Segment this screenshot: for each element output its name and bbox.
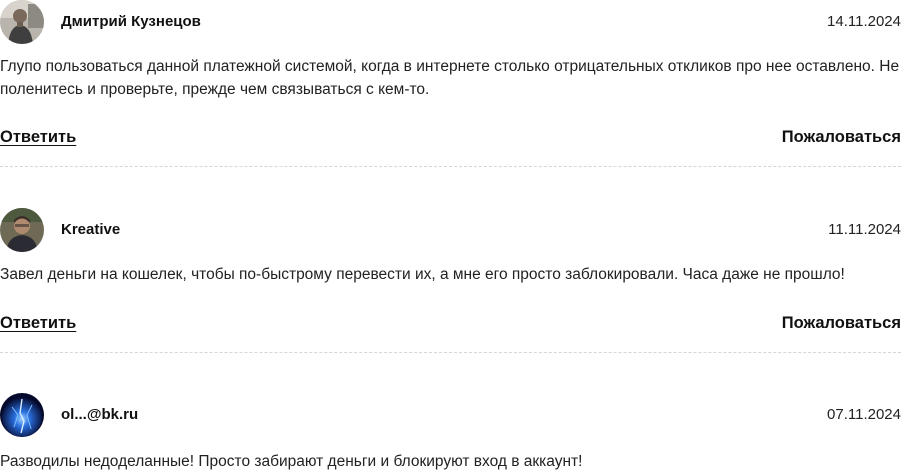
comment-date: 07.11.2024 xyxy=(827,406,901,423)
comment-author: Kreative xyxy=(61,221,121,238)
comment-header: Kreative 11.11.2024 xyxy=(0,208,901,252)
report-link[interactable]: Пожаловаться xyxy=(782,128,901,147)
comment-header: ol...@bk.ru 07.11.2024 xyxy=(0,393,901,437)
comment-item: Kreative 11.11.2024 Завел деньги на коше… xyxy=(0,208,901,332)
reply-link[interactable]: Ответить xyxy=(0,128,76,147)
comments-list: Дмитрий Кузнецов 14.11.2024 Глупо пользо… xyxy=(0,0,901,470)
comment-header: Дмитрий Кузнецов 14.11.2024 xyxy=(0,0,901,44)
avatar xyxy=(0,208,44,252)
comment-item: Дмитрий Кузнецов 14.11.2024 Глупо пользо… xyxy=(0,0,901,146)
avatar xyxy=(0,393,44,437)
comment-text: Разводилы недоделанные! Просто забирают … xyxy=(0,453,583,470)
divider xyxy=(0,166,901,167)
comment-actions: Ответить Пожаловаться xyxy=(0,128,901,152)
divider xyxy=(0,352,901,353)
comment-text: Глупо пользоваться данной платежной сист… xyxy=(0,58,900,98)
comment-item: ol...@bk.ru 07.11.2024 Разводилы недодел… xyxy=(0,393,901,470)
comment-actions: Ответить Пожаловаться xyxy=(0,314,901,338)
comment-text: Завел деньги на кошелек, чтобы по-быстро… xyxy=(0,266,845,283)
report-link[interactable]: Пожаловаться xyxy=(782,314,901,333)
comment-author: Дмитрий Кузнецов xyxy=(61,13,201,30)
comment-date: 14.11.2024 xyxy=(827,13,901,30)
comment-date: 11.11.2024 xyxy=(828,221,901,238)
avatar xyxy=(0,0,44,44)
reply-link[interactable]: Ответить xyxy=(0,314,76,333)
comment-author: ol...@bk.ru xyxy=(61,406,139,423)
